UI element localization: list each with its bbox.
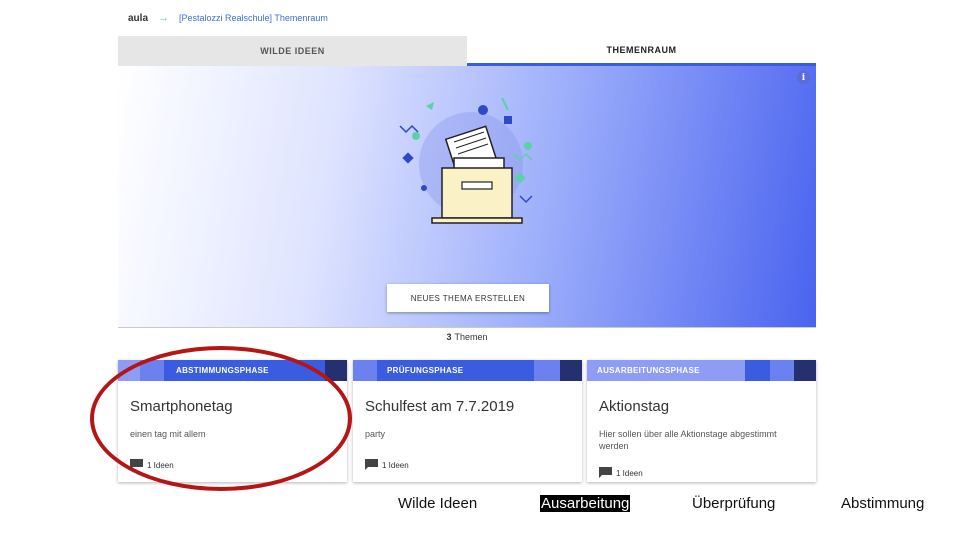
legend-ueberpruefung: Überprüfung (692, 495, 776, 512)
phase-header: ABSTIMMUNGSPHASE (118, 360, 347, 381)
legend-abstimmung: Abstimmung (841, 495, 925, 512)
topic-count: 3 Themen (118, 327, 816, 345)
card-title: Smartphonetag (130, 398, 233, 415)
phase-header: AUSARBEITUNGSPHASE (587, 360, 816, 381)
card-description: party (365, 429, 386, 439)
comment-icon (599, 467, 612, 478)
card-description: einen tag mit allem (130, 429, 206, 439)
topic-count-number: 3 (446, 331, 452, 342)
phase-label: PRÜFUNGSPHASE (387, 366, 464, 375)
idea-count-label: 1 Ideen (616, 469, 643, 478)
card-description: Hier sollen über alle Aktionstage abgest… (599, 429, 777, 451)
info-icon[interactable]: i (797, 71, 810, 84)
topic-card-smartphonetag[interactable]: ABSTIMMUNGSPHASE Smartphonetag einen tag… (118, 360, 347, 482)
phase-label: ABSTIMMUNGSPHASE (176, 366, 269, 375)
legend-ausarbeitung: Ausarbeitung (540, 495, 631, 512)
file-cabinet-illustration (399, 97, 533, 224)
comment-icon (365, 459, 378, 470)
idea-count-label: 1 Ideen (382, 461, 409, 470)
idea-count: 1 Ideen (365, 459, 409, 470)
topic-card-aktionstag[interactable]: AUSARBEITUNGSPHASE Aktionstag Hier solle… (587, 360, 816, 482)
idea-count: 1 Ideen (130, 459, 174, 470)
comment-icon (130, 459, 143, 470)
idea-count: 1 Ideen (599, 467, 643, 478)
card-title: Schulfest am 7.7.2019 (365, 398, 515, 415)
breadcrumb-arrow-icon: → (158, 12, 170, 24)
idea-count-label: 1 Ideen (147, 461, 174, 470)
topic-count-label: Themen (454, 331, 488, 342)
hero-banner: i NEUES THEMA ERSTELLEN (118, 66, 816, 327)
app-window: aula → [Pestalozzi Realschule] Themenrau… (118, 0, 816, 492)
top-bar: aula → [Pestalozzi Realschule] Themenrau… (118, 0, 816, 36)
card-title: Aktionstag (599, 398, 670, 415)
tab-bar: WILDE IDEEN THEMENRAUM (118, 36, 816, 66)
app-logo[interactable]: aula (128, 13, 148, 24)
phase-header: PRÜFUNGSPHASE (353, 360, 582, 381)
breadcrumb[interactable]: [Pestalozzi Realschule] Themenraum (179, 13, 328, 23)
topic-card-schulfest[interactable]: PRÜFUNGSPHASE Schulfest am 7.7.2019 part… (353, 360, 582, 482)
legend-wilde-ideen: Wilde Ideen (398, 495, 478, 512)
phase-label: AUSARBEITUNGSPHASE (597, 366, 700, 375)
new-topic-button[interactable]: NEUES THEMA ERSTELLEN (387, 284, 549, 312)
tab-wilde-ideen[interactable]: WILDE IDEEN (118, 36, 467, 66)
tab-themenraum[interactable]: THEMENRAUM (467, 36, 816, 66)
